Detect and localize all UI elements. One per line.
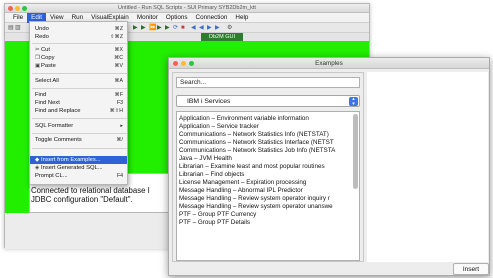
list-item[interactable]: Message Handling – Review system operato… xyxy=(179,203,354,211)
menu-sql-formatter[interactable]: SQL Formatter ▸ xyxy=(30,122,127,130)
list-scrollbar[interactable] xyxy=(353,114,358,189)
dialog-title-bar: Examples xyxy=(169,58,489,69)
list-item[interactable]: Application – Environment variable infor… xyxy=(179,115,354,123)
window-title: Untitled - Run SQL Scripts - SUI Primary… xyxy=(118,5,256,11)
run-all-icon[interactable]: ▶ xyxy=(133,25,138,31)
examples-list[interactable]: Application – Environment variable infor… xyxy=(176,111,360,261)
editor-gutter xyxy=(5,173,29,213)
menu-find-next[interactable]: Find Next F3 xyxy=(30,99,127,107)
menu-cut[interactable]: ✂ Cut ⌘X xyxy=(30,46,127,54)
menu-redo[interactable]: Redo ⇧⌘Z xyxy=(30,33,127,41)
list-item[interactable]: Librarian – Examine least and most popul… xyxy=(179,163,354,171)
search-input[interactable] xyxy=(176,77,360,88)
menu-monitor[interactable]: Monitor xyxy=(133,13,162,23)
new-script-icon[interactable]: ▤ xyxy=(8,25,14,31)
menu-separator xyxy=(32,43,127,44)
example-preview-pane xyxy=(367,72,488,262)
category-value: IBM i Services xyxy=(187,98,231,105)
run-from-icon[interactable]: ⏩ xyxy=(149,25,156,31)
menu-find[interactable]: Find ⌘F xyxy=(30,91,127,99)
stop-icon[interactable]: ■ xyxy=(181,25,185,31)
list-item[interactable]: PTF – Group PTF Currency xyxy=(179,211,354,219)
menu-copy[interactable]: ❐ Copy ⌘C xyxy=(30,54,127,62)
menu-options[interactable]: Options xyxy=(162,13,192,23)
list-item[interactable]: Application – Service tracker xyxy=(179,123,354,131)
list-item[interactable]: Java – JVM Health xyxy=(179,155,354,163)
menu-help[interactable]: Help xyxy=(231,13,252,23)
menu-connection[interactable]: Connection xyxy=(192,13,232,23)
list-item[interactable]: Message Handling – Review system operato… xyxy=(179,195,354,203)
menu-prompt-cl[interactable]: Prompt CL... F4 xyxy=(30,172,127,180)
insert-button[interactable]: Insert xyxy=(453,263,489,275)
menu-separator xyxy=(32,88,127,89)
list-item[interactable]: Communications – Network Statistics Job … xyxy=(179,147,354,155)
list-item[interactable]: Message Handling – Abnormal IPL Predicto… xyxy=(179,187,354,195)
menu-separator xyxy=(32,73,127,74)
menu-undo[interactable]: Undo ⌘Z xyxy=(30,25,127,33)
list-item[interactable]: License Management – Expiration processi… xyxy=(179,179,354,187)
examples-dialog: Examples IBM i Services ▴▾ Application –… xyxy=(168,57,490,276)
updown-arrow-icon: ▴ ▾ xyxy=(349,97,358,106)
output-line: JDBC configuration "Default". xyxy=(31,195,133,204)
menu-toggle-comments[interactable]: Toggle Comments ⌘/ xyxy=(30,136,127,144)
open-script-icon[interactable]: ▥ xyxy=(15,25,21,31)
menu-separator xyxy=(32,118,127,119)
menu-find-replace[interactable]: Find and Replace ⌘⇧H xyxy=(30,107,127,115)
run-next-icon[interactable]: ▶ xyxy=(157,25,162,31)
menu-insert-from-examples[interactable]: ◆ Insert from Examples... xyxy=(30,156,127,164)
previous-icon[interactable]: ◀ xyxy=(191,25,196,31)
forward-icon[interactable]: ▶ xyxy=(207,25,212,31)
menu-file[interactable]: File xyxy=(9,13,27,23)
dialog-title: Examples xyxy=(315,60,343,67)
list-item[interactable]: Communications – Network Statistics Info… xyxy=(179,131,354,139)
back-icon[interactable]: ◀ xyxy=(199,25,204,31)
list-item[interactable]: PTF – Group PTF Details xyxy=(179,219,354,227)
output-line: Connected to relational database I xyxy=(31,186,150,195)
submenu-arrow-icon: ▸ xyxy=(120,123,123,129)
list-item[interactable]: Communications – Network Statistics Inte… xyxy=(179,139,354,147)
category-select[interactable]: IBM i Services ▴ ▾ xyxy=(176,95,360,107)
settings-icon[interactable]: ⚙ xyxy=(227,25,232,31)
menu-separator xyxy=(32,133,127,134)
next-icon[interactable]: ▶ xyxy=(215,25,220,31)
menu-paste[interactable]: ▣ Paste ⌘V xyxy=(30,62,127,70)
menu-select-all[interactable]: Select All ⌘A xyxy=(30,77,127,85)
menu-separator xyxy=(32,148,127,149)
examples-browser-panel: IBM i Services ▴▾ Application – Environm… xyxy=(172,72,364,262)
menu-insert-generated-sql[interactable]: ◈ Insert Generated SQL... xyxy=(30,164,127,172)
edit-menu-dropdown: Undo ⌘Z Redo ⇧⌘Z ✂ Cut ⌘X ❐ Copy ⌘C ▣ Pa… xyxy=(29,21,128,185)
list-item[interactable]: Librarian – Find objects xyxy=(179,171,354,179)
tab-db2m-gui[interactable]: Db2M GUI xyxy=(201,33,243,41)
step-icon[interactable]: ▶ xyxy=(165,25,170,31)
cycle-icon[interactable]: ⟳ xyxy=(173,25,178,31)
run-selected-icon[interactable]: ▶ xyxy=(141,25,146,31)
